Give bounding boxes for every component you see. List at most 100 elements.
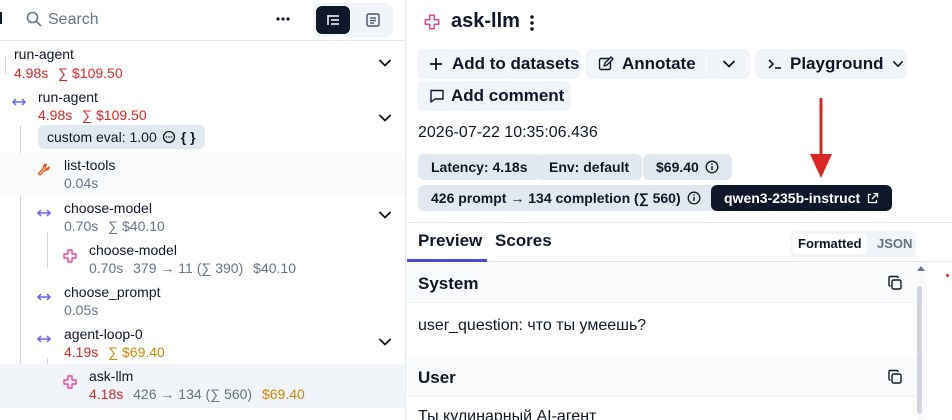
ellipsis-icon (276, 17, 290, 21)
tree-list-icon (327, 15, 339, 25)
latency-badge-label: Latency: 4.18s (431, 159, 528, 175)
env-badge-label: Env: default (549, 159, 630, 175)
search-input[interactable] (48, 8, 258, 32)
eval-score-chip[interactable]: custom eval: 1.00 { } (38, 125, 205, 149)
node-metrics: 0.70s 379 → 11 (∑ 390) $40.10 (89, 260, 302, 276)
user-section-header: User (407, 357, 917, 397)
node-latency: 4.98s (38, 107, 73, 123)
add-to-datasets-label: Add to datasets (452, 54, 580, 73)
tree-node-choose-model-generation[interactable]: choose-model 0.70s 379 → 11 (∑ 390) $40.… (0, 238, 405, 280)
node-metrics: 4.18s 426 → 134 (∑ 560) $69.40 (89, 386, 311, 402)
model-badge[interactable]: qwen3-235b-instruct (711, 185, 893, 211)
tab-preview[interactable]: Preview (418, 231, 482, 251)
tree-view-button[interactable] (316, 6, 350, 34)
panel-edge-mark (0, 12, 2, 24)
braces-icon: { } (180, 129, 196, 145)
node-latency: 0.05s (64, 302, 99, 318)
node-name: agent-loop-0 (64, 326, 143, 342)
tree-node-ask-llm[interactable]: ask-llm 4.18s 426 → 134 (∑ 560) $69.40 (0, 364, 405, 408)
observation-detail-panel: ask-llm Add to datasets Annotate Playgro… (407, 0, 952, 420)
observation-title: ask-llm (451, 10, 520, 32)
tree-node-choose-model-span[interactable]: choose-model 0.70s ∑ $40.10 (0, 196, 405, 238)
timeline-view-button[interactable] (356, 6, 390, 34)
more-options-button[interactable] (270, 8, 296, 32)
tree-node-run-agent-root[interactable]: run-agent 4.98s ∑ $109.50 (0, 41, 405, 85)
tab-scores[interactable]: Scores (495, 231, 552, 251)
pencil-square-icon (598, 56, 614, 71)
system-section-body: user_question: что ты умеешь? (418, 317, 647, 334)
system-section-title: System (418, 274, 479, 293)
tree-toolbar (0, 0, 405, 41)
active-tab-indicator (407, 259, 487, 262)
generation-sparkle-icon (424, 14, 440, 30)
generation-sparkle-icon (63, 249, 77, 263)
node-metrics: 0.04s (64, 175, 104, 191)
formatted-option[interactable]: Formatted (793, 234, 867, 254)
env-badge: Env: default (536, 154, 643, 180)
add-to-datasets-button[interactable]: Add to datasets (417, 49, 581, 79)
node-metrics: 0.05s (64, 302, 104, 318)
node-cost: $40.10 (253, 260, 296, 276)
json-option[interactable]: JSON (872, 234, 917, 254)
tokens-badge-label: 426 prompt → 134 completion (∑ 560) (431, 190, 681, 206)
tree-view-toggle (313, 3, 393, 37)
comment-square-icon (430, 89, 444, 103)
user-section-title: User (418, 368, 456, 387)
chevron-down-icon[interactable] (378, 111, 392, 125)
tree-node-list-tools[interactable]: list-tools 0.04s (0, 153, 405, 196)
cost-badge[interactable]: $69.40 (643, 154, 732, 180)
span-arrows-icon (36, 335, 52, 343)
info-icon (705, 160, 719, 174)
node-tokens: 379 → 11 (∑ 390) (133, 260, 244, 276)
tokens-badge[interactable]: 426 prompt → 134 completion (∑ 560) (418, 185, 714, 211)
node-tokens: 426 → 134 (∑ 560) (133, 386, 253, 402)
edge-marker-dot (946, 274, 949, 277)
annotate-dropdown-button[interactable] (707, 49, 750, 79)
node-latency: 0.04s (64, 175, 99, 191)
content-scrollbar-thumb[interactable] (917, 286, 922, 414)
tree-node-choose-prompt[interactable]: choose_prompt 0.05s (0, 280, 405, 322)
search-icon (26, 11, 42, 27)
node-cost: ∑ $109.50 (58, 65, 123, 81)
node-cost: ∑ $40.10 (108, 218, 165, 234)
node-metrics: 4.19s ∑ $69.40 (64, 344, 171, 360)
tree-node-agent-loop-0[interactable]: agent-loop-0 4.19s ∑ $69.40 (0, 322, 405, 364)
node-latency: 4.98s (14, 65, 49, 81)
annotate-button[interactable]: Annotate (586, 49, 706, 79)
node-name: run-agent (14, 46, 74, 62)
add-comment-label: Add comment (451, 86, 565, 105)
list-view-icon (366, 13, 380, 27)
eval-score-label: custom eval: 1.00 (47, 129, 157, 145)
chevron-down-icon (892, 61, 903, 67)
wrench-icon (37, 163, 50, 176)
playground-label: Playground (790, 54, 884, 73)
format-toggle: Formatted JSON (790, 231, 916, 257)
comment-icon (162, 130, 175, 144)
generation-sparkle-icon (63, 375, 77, 389)
node-latency: 0.70s (64, 218, 99, 234)
system-section-header: System (407, 263, 917, 303)
node-name: list-tools (64, 157, 116, 173)
node-metrics: 4.98s ∑ $109.50 (38, 107, 153, 123)
observation-timestamp: 2026-07-22 10:35:06.436 (418, 124, 598, 141)
copy-icon[interactable] (887, 275, 903, 291)
chevron-down-icon[interactable] (378, 56, 392, 70)
node-name: choose_prompt (64, 284, 161, 300)
copy-icon[interactable] (887, 369, 903, 385)
node-name: choose-model (89, 242, 177, 258)
playground-button[interactable]: Playground (755, 49, 907, 79)
vertical-ellipsis-icon[interactable] (527, 13, 537, 33)
scroll-up-arrow-icon[interactable] (917, 266, 925, 271)
plus-icon (430, 58, 442, 70)
annotate-label: Annotate (622, 54, 696, 73)
chevron-down-icon[interactable] (378, 335, 392, 349)
latency-badge: Latency: 4.18s (418, 154, 541, 180)
node-metrics: 4.98s ∑ $109.50 (14, 65, 129, 81)
node-cost: $69.40 (261, 386, 305, 402)
add-comment-button[interactable]: Add comment (417, 81, 571, 111)
span-arrows-icon (36, 209, 52, 217)
node-latency: 0.70s (89, 260, 124, 276)
chevron-down-icon[interactable] (378, 208, 392, 222)
trace-tree-panel: run-agent 4.98s ∑ $109.50 run-agent 4.98… (0, 0, 406, 420)
terminal-icon (768, 59, 781, 69)
